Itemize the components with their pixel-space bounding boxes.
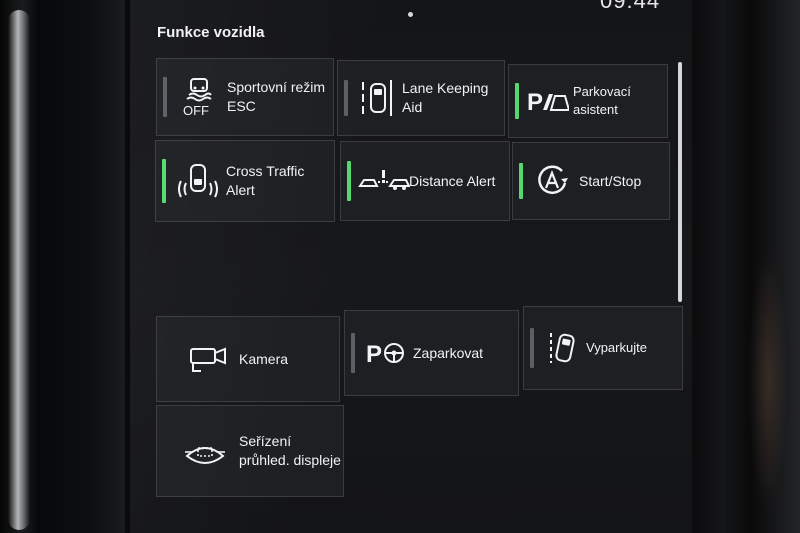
tile-label: Zaparkovat bbox=[413, 344, 484, 361]
status-indicator bbox=[344, 80, 348, 116]
status-indicator bbox=[530, 328, 534, 368]
tile-cross-traffic-alert[interactable]: Cross Traffic Alert bbox=[155, 140, 335, 222]
tile-label: Sportovní režim ESC bbox=[227, 79, 326, 114]
esc-off-icon: OFF bbox=[171, 77, 227, 117]
tile-label: Distance Alert bbox=[409, 172, 496, 189]
park-assist-icon: P bbox=[523, 86, 573, 116]
svg-text:P: P bbox=[527, 89, 543, 116]
page-indicator-dot bbox=[408, 12, 413, 17]
tile-label: Kamera bbox=[239, 350, 289, 367]
svg-text:P: P bbox=[366, 341, 382, 367]
tile-label: Parkovací asistent bbox=[573, 84, 631, 117]
park-out-icon bbox=[540, 329, 586, 367]
tile-camera[interactable]: Kamera bbox=[156, 316, 340, 402]
hud-adjust-icon bbox=[177, 436, 233, 466]
tile-label: Start/Stop bbox=[579, 172, 642, 189]
tile-label: Lane Keeping Aid bbox=[402, 80, 489, 115]
tile-lane-keeping-aid[interactable]: Lane Keeping Aid bbox=[337, 60, 505, 136]
lane-keeping-icon bbox=[352, 78, 402, 118]
tile-sport-mode-esc[interactable]: OFF Sportovní režim ESC bbox=[156, 58, 334, 136]
distance-alert-icon bbox=[355, 168, 413, 194]
clock: 09:44 bbox=[600, 0, 661, 13]
page-title: Funkce vozidla bbox=[157, 24, 265, 41]
display-bezel-right bbox=[690, 0, 800, 533]
camera-icon bbox=[179, 345, 235, 373]
status-indicator bbox=[347, 161, 351, 201]
tile-label: Cross Traffic Alert bbox=[226, 163, 305, 198]
svg-text:OFF: OFF bbox=[183, 103, 209, 117]
tile-park-out[interactable]: Vyparkujte bbox=[523, 306, 683, 390]
start-stop-icon bbox=[527, 163, 577, 199]
tile-start-stop[interactable]: Start/Stop bbox=[512, 142, 670, 220]
park-in-icon: P bbox=[361, 339, 411, 367]
tile-park-assist[interactable]: P Parkovací asistent bbox=[508, 64, 668, 138]
tile-hud-adjust[interactable]: Seřízení průhled. displeje bbox=[156, 405, 344, 497]
status-indicator bbox=[163, 77, 167, 117]
tile-label: Vyparkujte bbox=[586, 340, 647, 355]
tile-label: Seřízení průhled. displeje bbox=[239, 433, 341, 468]
status-indicator bbox=[519, 163, 523, 199]
cross-traffic-icon bbox=[170, 161, 226, 201]
display-bezel-left bbox=[0, 0, 125, 533]
status-indicator bbox=[351, 333, 355, 373]
scrollbar[interactable] bbox=[678, 62, 682, 302]
tile-park-in[interactable]: P Zaparkovat bbox=[344, 310, 519, 396]
status-indicator bbox=[162, 159, 166, 203]
tile-distance-alert[interactable]: Distance Alert bbox=[340, 141, 510, 221]
status-indicator bbox=[515, 83, 519, 119]
infotainment-screen: 09:44 Funkce vozidla OFF Sportovní režim… bbox=[130, 0, 692, 533]
